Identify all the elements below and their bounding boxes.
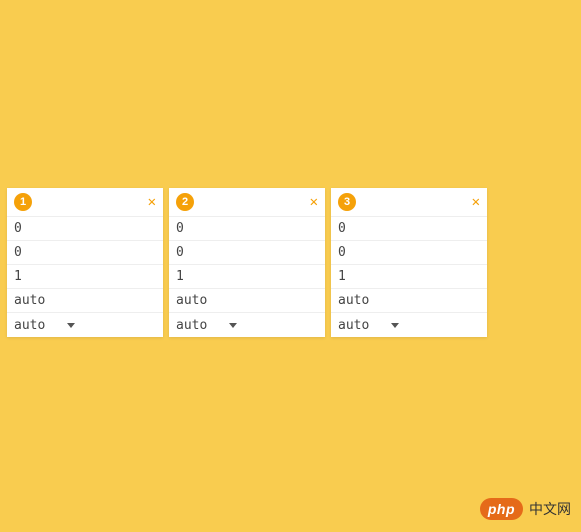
cards-container: 1 ✕ 0 0 1 auto auto 2 ✕ 0 0 1 auto auto … <box>0 0 581 337</box>
watermark-pill: php <box>480 498 523 520</box>
value-row[interactable]: 0 <box>331 217 487 241</box>
value-row[interactable]: auto <box>7 289 163 313</box>
value-row[interactable]: 1 <box>331 265 487 289</box>
select-row[interactable]: auto <box>169 313 325 337</box>
value-row[interactable]: 1 <box>169 265 325 289</box>
card-header: 1 ✕ <box>7 188 163 217</box>
card-2: 2 ✕ 0 0 1 auto auto <box>169 188 325 337</box>
value-row[interactable]: 0 <box>7 217 163 241</box>
select-row[interactable]: auto <box>331 313 487 337</box>
value-row[interactable]: 1 <box>7 265 163 289</box>
value-row[interactable]: 0 <box>169 217 325 241</box>
card-header: 2 ✕ <box>169 188 325 217</box>
chevron-down-icon <box>391 323 399 328</box>
value-row[interactable]: auto <box>331 289 487 313</box>
card-3: 3 ✕ 0 0 1 auto auto <box>331 188 487 337</box>
select-value: auto <box>176 318 207 333</box>
close-icon[interactable]: ✕ <box>472 195 480 209</box>
watermark-text: 中文网 <box>529 499 571 519</box>
card-1: 1 ✕ 0 0 1 auto auto <box>7 188 163 337</box>
value-row[interactable]: 0 <box>169 241 325 265</box>
close-icon[interactable]: ✕ <box>310 195 318 209</box>
close-icon[interactable]: ✕ <box>148 195 156 209</box>
select-value: auto <box>14 318 45 333</box>
chevron-down-icon <box>229 323 237 328</box>
value-row[interactable]: 0 <box>7 241 163 265</box>
value-row[interactable]: auto <box>169 289 325 313</box>
card-badge: 2 <box>176 193 194 211</box>
card-badge: 1 <box>14 193 32 211</box>
card-badge: 3 <box>338 193 356 211</box>
select-value: auto <box>338 318 369 333</box>
card-header: 3 ✕ <box>331 188 487 217</box>
watermark: php 中文网 <box>480 498 571 520</box>
value-row[interactable]: 0 <box>331 241 487 265</box>
chevron-down-icon <box>67 323 75 328</box>
select-row[interactable]: auto <box>7 313 163 337</box>
